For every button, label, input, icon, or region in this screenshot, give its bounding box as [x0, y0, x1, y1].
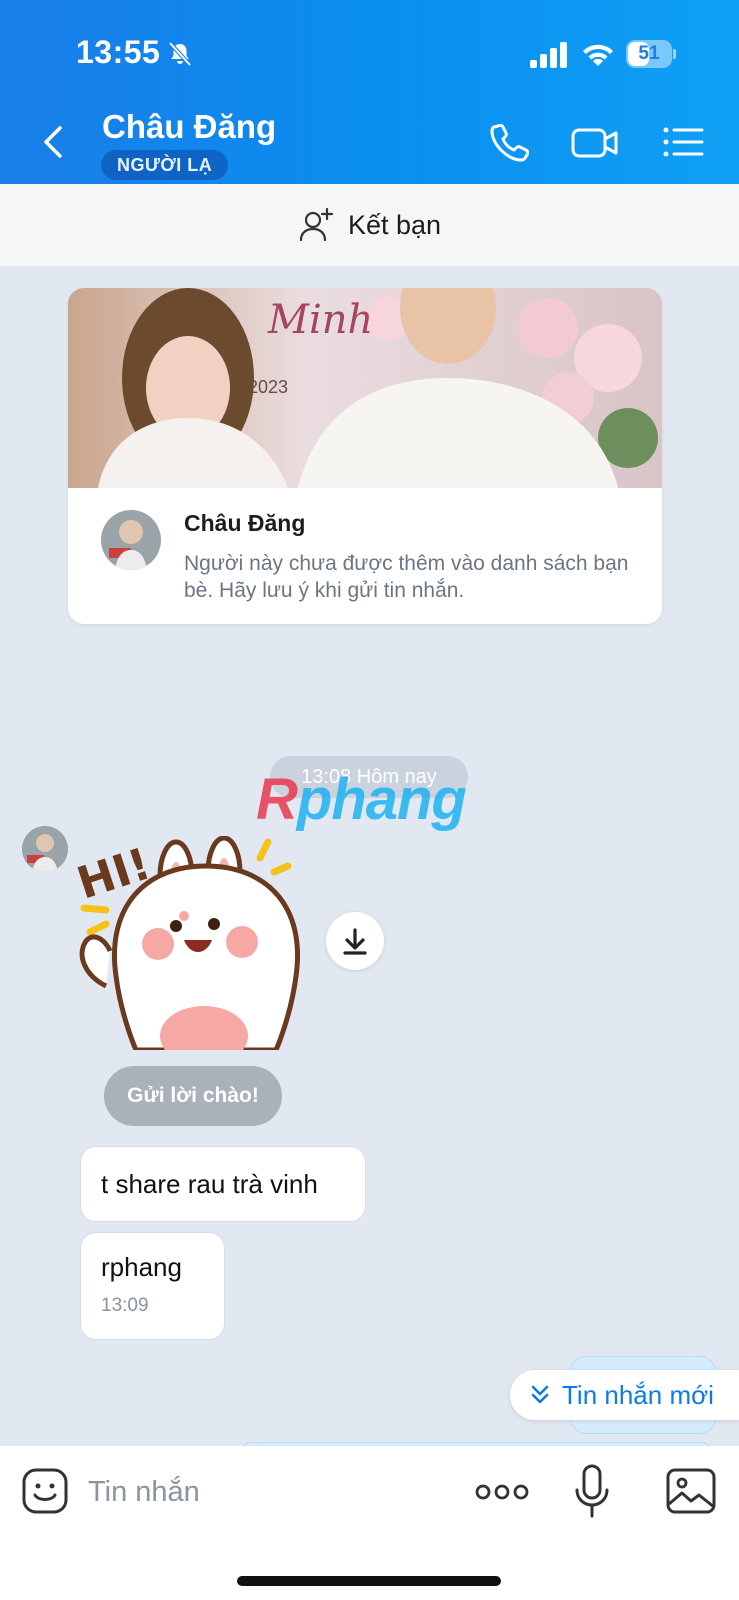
send-greeting-button[interactable]: Gửi lời chào! [104, 1066, 282, 1126]
download-sticker-button[interactable] [326, 912, 384, 970]
signal-icon [530, 42, 567, 68]
new-messages-label: Tin nhắn mới [562, 1379, 714, 1410]
message-bubble[interactable]: rphang 13:09 [80, 1232, 225, 1340]
emoji-sticker-icon[interactable] [20, 1466, 70, 1516]
wifi-icon [583, 44, 613, 66]
mute-bell-icon [168, 41, 192, 67]
battery-indicator: 51 [626, 40, 676, 68]
message-text: rphang [101, 1252, 182, 1282]
double-chevron-down-icon [531, 1385, 549, 1404]
back-icon[interactable] [34, 118, 74, 166]
battery-level: 51 [638, 43, 660, 64]
stranger-warning: Người này chưa được thêm vào danh sách b… [184, 552, 629, 602]
message-text: t share rau trà vinh [101, 1169, 318, 1199]
stranger-badge: NGƯỜI LẠ [101, 150, 229, 180]
hi-bunny-sticker[interactable]: HI! [76, 836, 312, 1050]
more-options-icon[interactable] [474, 1474, 530, 1510]
card-contact-name: Châu Đăng [184, 510, 306, 536]
add-friend-button[interactable]: Kết bạn [0, 184, 739, 266]
menu-list-icon[interactable] [660, 118, 708, 166]
message-time: 13:09 [101, 1295, 149, 1316]
phone-icon[interactable] [486, 118, 534, 166]
chat-header: 13:55 51 Châu Đăng NGƯỜI LẠ [0, 0, 739, 184]
image-picker-icon[interactable] [664, 1466, 718, 1516]
status-time: 13:55 [76, 34, 161, 70]
cover-photo: Minh 2023 [68, 288, 662, 488]
sender-avatar[interactable] [22, 826, 68, 872]
add-friend-label: Kết bạn [347, 209, 442, 240]
svg-text:2023: 2023 [248, 377, 288, 397]
svg-text:Minh: Minh [267, 297, 373, 343]
contact-name[interactable]: Châu Đăng [102, 108, 276, 146]
message-input[interactable] [88, 1472, 448, 1512]
add-user-icon [299, 207, 334, 242]
watermark-logo: Rphang [256, 767, 467, 832]
microphone-icon[interactable] [572, 1462, 612, 1520]
home-indicator [237, 1576, 501, 1586]
contact-avatar[interactable] [101, 510, 161, 570]
profile-card[interactable]: Minh 2023 Châu Đăng Người này chưa được … [68, 288, 662, 624]
message-input-bar [0, 1446, 739, 1600]
message-bubble[interactable]: t share rau trà vinh [80, 1146, 366, 1222]
video-call-icon[interactable] [570, 118, 620, 166]
download-icon [343, 928, 367, 955]
new-messages-button[interactable]: Tin nhắn mới [510, 1370, 739, 1420]
